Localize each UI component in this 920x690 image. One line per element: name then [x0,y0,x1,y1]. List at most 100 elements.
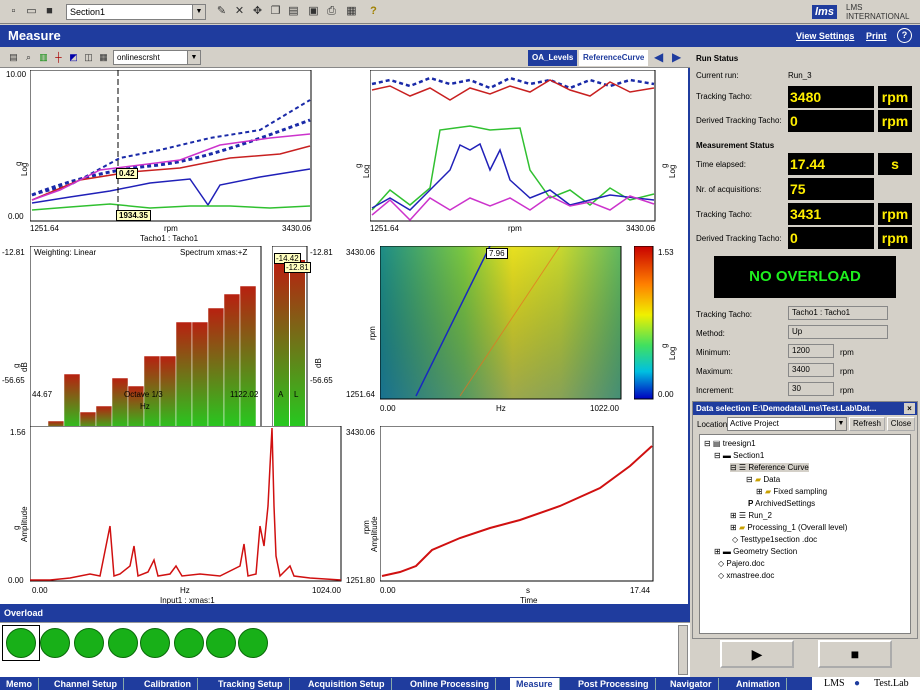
p6-xmin: 0.00 [380,586,396,595]
cbar-min: 0.00 [658,390,674,399]
help-button[interactable]: ? [897,28,912,43]
new-file-icon[interactable]: ▫ [6,4,21,19]
overload-led [174,628,204,658]
tree-item[interactable]: ⊞ ▰ Fixed sampling [756,487,827,496]
display-area: ▤ ⌕ ▥ ┼ ◩ ◫ ▦ onlinescrsht ▼ OA_Levels Re… [0,48,690,605]
tab-post-processing[interactable]: Post Processing [572,678,656,690]
start-button[interactable]: ▶ [720,640,794,668]
overload-scrollbar[interactable] [678,625,688,675]
tree-item[interactable]: ⊞ ▰ Processing_1 (Overall level) [730,523,847,532]
tree-item-selected[interactable]: ⊟ ☰ Reference Curve [730,463,809,472]
p3-yunit: dB [20,362,29,372]
delete-icon[interactable]: ✕ [232,4,247,19]
view-settings-link[interactable]: View Settings [796,31,854,41]
bars-icon[interactable]: ▥ [36,50,51,65]
cursor-x-value[interactable]: 1934.35 [116,210,151,221]
grid-icon[interactable]: ▦ [96,50,111,65]
cursor-icon[interactable]: ┼ [51,50,66,65]
close-button[interactable]: Close [887,417,915,431]
p5-ymax: 1.56 [10,428,26,437]
tree-item[interactable]: ⊞ ▬ Geometry Section [714,547,797,556]
level-meter [272,246,308,434]
p3-xmax: 1122.02 [230,390,259,399]
tab-tracking-setup[interactable]: Tracking Setup [212,678,290,690]
tab-memo[interactable]: Memo [0,678,40,690]
copy-icon[interactable]: ❐ [268,4,283,19]
paste-icon[interactable]: ▤ [286,4,301,19]
status-panel: Run Status Current run: Run_3 Tracking T… [692,48,920,398]
current-run-value: Run_3 [788,71,812,80]
overload-led [206,628,236,658]
chevron-down-icon[interactable]: ▼ [192,5,205,19]
plot-spectrum[interactable] [30,426,342,582]
scale-icon[interactable]: ◩ [66,50,81,65]
meter-l-label: L [294,390,299,399]
tab-reference-curve[interactable]: ReferenceCurve [579,50,649,66]
location-select[interactable]: Active Project ▼ [727,417,847,431]
p2-xmin: 1251.64 [370,224,399,233]
display-select[interactable]: onlinescrsht ▼ [113,50,201,65]
tree-item[interactable]: ⊟ ▬ Section1 [714,451,764,460]
save-icon[interactable]: ■ [42,4,57,19]
tab-oa-levels[interactable]: OA_Levels [528,50,578,66]
tree-item[interactable]: ◇ Pajero.doc [718,559,765,568]
tab-online-processing[interactable]: Online Processing [404,678,497,690]
chevron-down-icon[interactable]: ▼ [187,51,200,64]
help-icon[interactable]: ? [366,4,381,19]
section-select[interactable]: Section1 ▼ [66,4,206,20]
overload-led [6,628,36,658]
plot-colormap[interactable] [380,246,622,400]
colormap-marker[interactable]: 7.96 [486,248,508,259]
minimum-field: 1200 [788,344,834,358]
properties-icon[interactable]: ▦ [344,4,359,19]
tab-channel-setup[interactable]: Channel Setup [48,678,125,690]
chevron-down-icon[interactable]: ▼ [835,418,846,430]
zoom-icon[interactable]: ⌕ [21,50,36,65]
tree-item[interactable]: ◇ xmastree.doc [718,571,774,580]
settings-tacho-label: Tracking Tacho: [696,310,753,319]
preview-icon[interactable]: ▣ [306,4,321,19]
tree-item[interactable]: ◇ Testtype1section .doc [732,535,817,544]
tab-measure[interactable]: Measure [510,678,560,690]
overload-panel [0,622,690,678]
brand-line1: LMS [846,3,863,12]
tab-next-icon[interactable]: ▶ [672,50,686,66]
tree-item[interactable]: ⊟ ▤ treesign1 [704,439,756,448]
data-selection-titlebar: Data selection E:\Demodata\Lms\Test.Lab\… [693,402,917,415]
cursor-y-value[interactable]: 0.42 [116,168,138,179]
plot-order-tracking[interactable] [30,70,312,222]
derived-tacho-unit: rpm [878,110,912,132]
print-link[interactable]: Print [866,31,887,41]
tab-calibration[interactable]: Calibration [138,678,199,690]
close-icon[interactable]: × [904,403,915,414]
tree-item[interactable]: ⊞ ☰ Run_2 [730,511,772,520]
workflow-tabs: Memo Channel Setup Calibration Tracking … [0,677,920,690]
tab-prev-icon[interactable]: ◀ [654,50,668,66]
move-icon[interactable]: ✥ [250,4,265,19]
tree-item-label: Fixed sampling [773,487,828,496]
refresh-button[interactable]: Refresh [849,417,885,431]
tab-navigator[interactable]: Navigator [664,678,719,690]
tree-item[interactable]: ⊟ ▰ Data [746,475,780,484]
overload-header: Overload [0,604,690,622]
weighting-label: Weighting: Linear [34,248,97,257]
plot-order-tracking-2[interactable] [370,70,656,222]
print-icon[interactable]: ⎙ [324,4,339,19]
plot-rpm-time[interactable] [380,426,654,582]
chart-icon[interactable]: ◫ [81,50,96,65]
tree-item[interactable]: P ArchivedSettings [748,499,815,508]
layout-icon[interactable]: ▤ [6,50,21,65]
time-elapsed-label: Time elapsed: [696,160,746,169]
p1-xlabel: Tacho1 : Tacho1 [140,234,199,243]
stop-button[interactable]: ■ [818,640,892,668]
display-toolbar: ▤ ⌕ ▥ ┼ ◩ ◫ ▦ onlinescrsht ▼ OA_Levels Re… [0,48,690,68]
meter-unit: dB [314,358,323,368]
open-folder-icon[interactable]: ▭ [24,4,39,19]
overload-title: Overload [4,608,44,618]
tab-animation[interactable]: Animation [730,678,787,690]
tab-acquisition-setup[interactable]: Acquisition Setup [302,678,392,690]
derived-tacho2-display: 0 [788,227,874,249]
edit-icon[interactable]: ✎ [214,4,229,19]
p1-xmin: 1251.64 [30,224,59,233]
p5-yunit: Amplitude [20,506,29,542]
